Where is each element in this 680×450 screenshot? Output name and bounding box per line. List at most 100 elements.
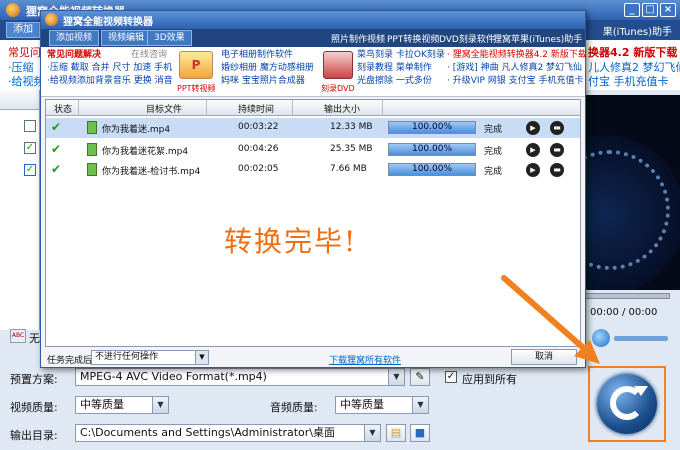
faq-line-2[interactable]: ·给视频添加背景音乐 更换 消音 xyxy=(47,75,173,87)
table-row[interactable]: ✔ 你为我着迷-检讨书.mp4 00:02:05 7.66 MB 100.00%… xyxy=(46,160,580,180)
app-logo-icon xyxy=(6,3,20,17)
online-help-link[interactable]: 在线咨询 xyxy=(131,49,167,61)
ppt-video-link[interactable]: PPT转换视频 xyxy=(387,32,439,45)
volume-icon[interactable] xyxy=(592,329,610,347)
row-duration: 00:02:05 xyxy=(238,164,279,174)
dialog-title-bar: 狸窝全能视频转换器 xyxy=(41,11,585,29)
dialog-toolbar: 添加视频 视频编辑 3D效果 照片制作视频 PPT转换视频 DVD刻录软件 狸窝… xyxy=(41,29,585,47)
close-icon[interactable]: × xyxy=(660,3,676,17)
col-divider xyxy=(206,100,207,116)
cancel-button[interactable]: 取消 xyxy=(511,349,577,365)
row-file: 你为我着迷花絮.mp4 xyxy=(102,147,189,157)
open-folder-icon[interactable]: ■ xyxy=(410,424,430,442)
video-file-icon xyxy=(87,163,97,176)
chevron-down-icon[interactable]: ▼ xyxy=(195,351,208,364)
dvd-burn-link[interactable]: DVD刻录软件 xyxy=(439,32,495,45)
file-checkbox[interactable]: ✓ xyxy=(24,164,36,176)
photo-line-1[interactable]: 电子相册制作软件 xyxy=(221,49,293,61)
apply-all-label: 应用到所有 xyxy=(462,373,517,386)
chevron-down-icon[interactable]: ▼ xyxy=(152,397,168,413)
progress-bar: 100.00% xyxy=(388,121,476,134)
burn-line-2[interactable]: 刻录教程 菜单制作 xyxy=(357,62,432,74)
new-version-link[interactable]: 换器4.2 新版下载 xyxy=(588,44,677,60)
photo-line-2[interactable]: 婚纱相册 魔方动感相册 xyxy=(221,62,314,74)
tab-3d-effect[interactable]: 3D效果 xyxy=(147,30,192,46)
volume-slider[interactable] xyxy=(614,336,668,341)
table-row[interactable]: ✔ 你为我着迷花絮.mp4 00:04:26 25.35 MB 100.00% … xyxy=(46,140,580,160)
convert-button[interactable] xyxy=(588,366,666,442)
row-file: 你为我着迷-检讨书.mp4 xyxy=(102,167,201,177)
progress-text: 100.00% xyxy=(411,164,453,174)
dialog-footer: 任务完成后: 不进行任何操作 ▼ 下载狸窝所有软件 取消 xyxy=(41,349,585,367)
check-icon: ✔ xyxy=(51,120,62,134)
col-output-size[interactable]: 输出大小 xyxy=(324,102,360,115)
output-dir-label: 输出目录: xyxy=(10,429,58,442)
after-task-value: 不进行任何操作 xyxy=(95,352,159,362)
audio-quality-select[interactable]: 中等质量 ▼ xyxy=(335,396,429,414)
after-task-select[interactable]: 不进行任何操作 ▼ xyxy=(91,350,209,365)
check-icon: ✔ xyxy=(51,142,62,156)
promo-line-2[interactable]: · [游戏] 神曲 凡人修真2 梦幻飞仙 xyxy=(447,62,582,74)
col-status[interactable]: 状态 xyxy=(54,102,72,115)
row-duration: 00:03:22 xyxy=(238,122,279,132)
video-file-icon xyxy=(87,143,97,156)
preset-value: MPEG-4 AVC Video Format(*.mp4) xyxy=(80,370,267,383)
chevron-down-icon[interactable]: ▼ xyxy=(388,369,404,385)
progress-text: 100.00% xyxy=(411,122,453,132)
chevron-down-icon[interactable]: ▼ xyxy=(364,425,380,441)
folder-icon[interactable]: ▬ xyxy=(550,121,564,135)
download-all-link[interactable]: 下载狸窝所有软件 xyxy=(329,353,401,366)
file-checkbox[interactable]: ✓ xyxy=(24,142,36,154)
apply-all-checkbox[interactable]: ✓ xyxy=(445,371,457,383)
burn-line-3[interactable]: 光盘擦除 一式多份 xyxy=(357,75,432,87)
ppt-caption[interactable]: PPT转视频 xyxy=(177,83,216,94)
check-icon: ✔ xyxy=(51,162,62,176)
video-file-icon xyxy=(87,121,97,134)
payment-link[interactable]: 付宝 手机充值卡 xyxy=(588,73,669,89)
ppt-icon[interactable]: P xyxy=(179,51,213,79)
maximize-icon[interactable]: □ xyxy=(642,3,658,17)
preset-settings-icon[interactable]: ✎ xyxy=(410,368,430,386)
file-list-header xyxy=(0,90,39,110)
play-icon[interactable]: ▶ xyxy=(526,121,540,135)
chevron-down-icon[interactable]: ▼ xyxy=(412,397,428,413)
itunes-helper-link[interactable]: 狸窝苹果(iTunes)助手 xyxy=(493,32,582,45)
video-quality-label: 视频质量: xyxy=(10,401,58,414)
itunes-helper-link[interactable]: 果(iTunes)助手 xyxy=(603,23,672,38)
audio-quality-label: 音频质量: xyxy=(270,401,318,414)
col-duration[interactable]: 持续时间 xyxy=(238,102,274,115)
minimize-icon[interactable]: _ xyxy=(624,3,640,17)
output-dir-select[interactable]: C:\Documents and Settings\Administrator\… xyxy=(75,424,381,442)
faq-title[interactable]: 常见问题解决 xyxy=(47,49,101,61)
folder-icon[interactable]: ▬ xyxy=(550,163,564,177)
tab-video-edit[interactable]: 视频编辑 xyxy=(101,30,152,46)
dvd-icon[interactable] xyxy=(323,51,353,79)
table-row[interactable]: ✔ 你为我着迷.mp4 00:03:22 12.33 MB 100.00% 完成… xyxy=(46,118,580,138)
row-file: 你为我着迷.mp4 xyxy=(102,125,171,135)
file-list-panel: ✓ ✓ xyxy=(0,90,40,330)
promo-line-3[interactable]: · 升级VIP 网银 支付宝 手机充值卡 xyxy=(447,75,584,87)
progress-bar: 100.00% xyxy=(388,143,476,156)
file-checkbox[interactable] xyxy=(24,120,36,132)
col-target-file[interactable]: 目标文件 xyxy=(146,102,182,115)
promo-line-1[interactable]: · 狸窝全能视频转换器4.2 新版下载 xyxy=(447,49,587,61)
faq-link[interactable]: 常见问 xyxy=(8,44,41,60)
play-icon[interactable]: ▶ xyxy=(526,163,540,177)
video-preview xyxy=(585,95,680,290)
browse-folder-icon[interactable]: ▤ xyxy=(386,424,406,442)
add-button[interactable]: 添加 xyxy=(6,22,40,38)
photo-video-link[interactable]: 照片制作视频 xyxy=(331,32,385,45)
seek-bar[interactable] xyxy=(585,293,670,299)
burn-line-1[interactable]: 菜鸟刻录 卡拉OK刻录 xyxy=(357,49,445,61)
folder-icon[interactable]: ▬ xyxy=(550,143,564,157)
play-icon[interactable]: ▶ xyxy=(526,143,540,157)
faq-line-1[interactable]: ·压缩 截取 合并 尺寸 加速 手机 xyxy=(47,62,172,74)
photo-line-3[interactable]: 妈咪 宝宝照片合成器 xyxy=(221,75,305,87)
conversion-complete-message: 转换完毕! xyxy=(224,225,358,258)
preset-select[interactable]: MPEG-4 AVC Video Format(*.mp4) ▼ xyxy=(75,368,405,386)
preset-label: 预置方案: xyxy=(10,373,58,386)
dvd-caption[interactable]: 刻录DVD xyxy=(321,83,355,94)
video-quality-select[interactable]: 中等质量 ▼ xyxy=(75,396,169,414)
subtitle-icon: ABC xyxy=(10,329,26,343)
tab-add-video[interactable]: 添加视频 xyxy=(49,30,100,46)
